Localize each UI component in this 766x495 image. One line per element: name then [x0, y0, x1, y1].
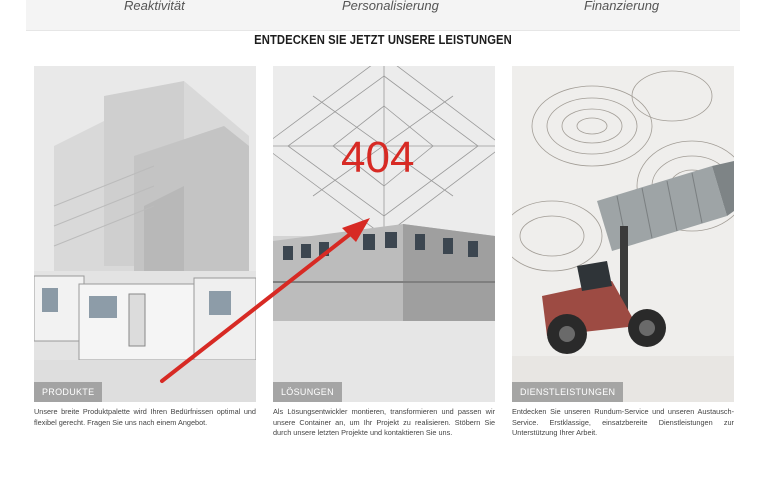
- card-text-loesungen: Als Lösungsentwickler montieren, transfo…: [273, 407, 495, 438]
- nav-item-personalisierung[interactable]: Personalisierung: [342, 0, 439, 13]
- nav-item-reaktivitaet[interactable]: Reaktivität: [124, 0, 185, 13]
- section-heading: ENTDECKEN SIE JETZT UNSERE LEISTUNGEN: [254, 33, 512, 47]
- card-text-dienstleistungen: Entdecken Sie unseren Rundum-Service und…: [512, 407, 734, 438]
- card-text-produkte: Unsere breite Produktpalette wird Ihren …: [34, 407, 256, 427]
- card-label-loesungen: LÖSUNGEN: [273, 382, 342, 402]
- card-produkte[interactable]: PRODUKTE: [34, 66, 256, 402]
- card-label-dienstleistungen: DIENSTLEISTUNGEN: [512, 382, 624, 402]
- error-404-annotation: 404: [341, 133, 415, 182]
- card-dienstleistungen[interactable]: DIENSTLEISTUNGEN: [512, 66, 734, 402]
- top-feature-bar: Reaktivität Personalisierung Finanzierun…: [26, 0, 740, 31]
- card-loesungen[interactable]: LÖSUNGEN: [273, 66, 495, 402]
- dienstleistungen-image: [512, 66, 734, 402]
- nav-item-finanzierung[interactable]: Finanzierung: [584, 0, 659, 13]
- produkte-image: [34, 66, 256, 402]
- loesungen-image: [273, 66, 495, 402]
- card-label-produkte: PRODUKTE: [34, 382, 103, 402]
